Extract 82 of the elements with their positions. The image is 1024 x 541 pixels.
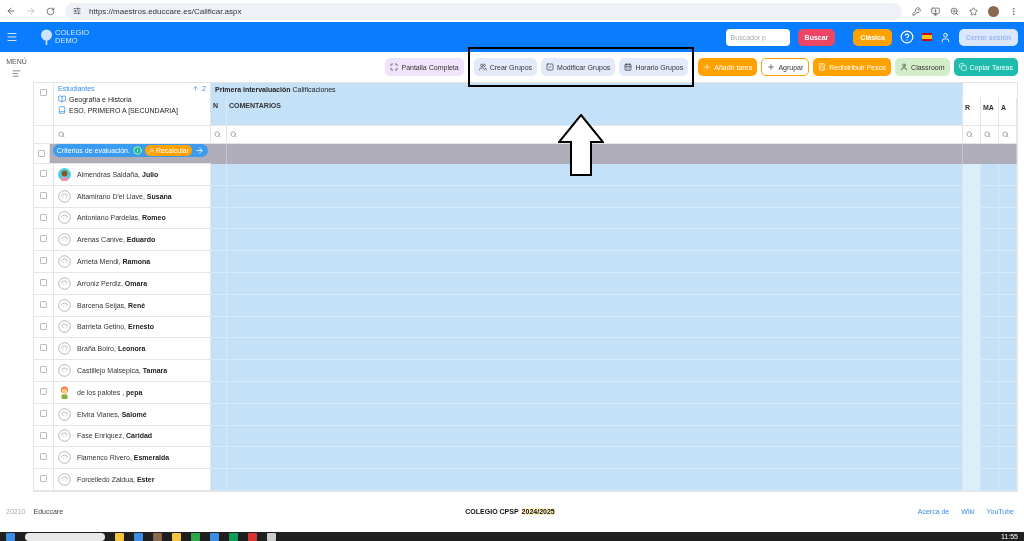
avatar-icon bbox=[58, 473, 71, 487]
notebook-icon bbox=[58, 106, 66, 114]
taskbar-icon[interactable] bbox=[229, 533, 238, 541]
taskbar-icon[interactable] bbox=[191, 533, 200, 541]
checkbox[interactable] bbox=[40, 170, 47, 177]
taskbar-icon[interactable] bbox=[248, 533, 257, 541]
calendar-icon bbox=[624, 63, 633, 71]
flag-icon[interactable] bbox=[921, 33, 932, 41]
avatar-icon bbox=[58, 298, 71, 312]
wrench-icon bbox=[147, 147, 154, 154]
avatar-icon bbox=[58, 342, 71, 356]
taskbar-icon[interactable] bbox=[210, 533, 219, 541]
checkbox[interactable] bbox=[40, 366, 47, 374]
taskbar-icon[interactable] bbox=[134, 533, 143, 541]
forward-icon[interactable] bbox=[26, 6, 36, 16]
checkbox[interactable] bbox=[40, 235, 47, 243]
arrow-right-icon[interactable] bbox=[195, 146, 204, 155]
people-icon bbox=[478, 63, 487, 71]
menu-icon[interactable] bbox=[6, 31, 18, 43]
bookmark-icon[interactable] bbox=[969, 6, 978, 16]
calculator-icon bbox=[818, 63, 827, 71]
checkbox[interactable] bbox=[40, 191, 47, 199]
checkbox[interactable] bbox=[37, 150, 45, 157]
plus-icon bbox=[767, 63, 776, 71]
checkbox[interactable] bbox=[40, 344, 47, 352]
search-icon[interactable] bbox=[214, 131, 221, 138]
avatar-icon bbox=[58, 320, 71, 334]
search-icon[interactable] bbox=[966, 131, 973, 138]
menu-icon[interactable] bbox=[1009, 6, 1018, 16]
zoom-icon[interactable] bbox=[950, 6, 959, 16]
up-arrow-drawing bbox=[557, 114, 604, 176]
expand-icon bbox=[390, 63, 399, 71]
person-icon bbox=[900, 63, 909, 71]
checkbox[interactable] bbox=[40, 300, 47, 308]
checkbox[interactable] bbox=[40, 409, 47, 417]
checkbox[interactable] bbox=[40, 279, 47, 286]
sort-arrow-icon[interactable] bbox=[192, 85, 200, 92]
search-icon[interactable] bbox=[1002, 131, 1009, 138]
start-icon[interactable] bbox=[6, 533, 15, 541]
user-icon[interactable] bbox=[939, 31, 951, 43]
taskbar-icon[interactable] bbox=[172, 533, 181, 541]
checkbox[interactable] bbox=[40, 453, 47, 461]
checkbox[interactable] bbox=[40, 387, 47, 395]
site-settings-icon[interactable] bbox=[73, 7, 81, 15]
taskbar-icon[interactable] bbox=[153, 533, 162, 541]
taskbar-icon[interactable] bbox=[267, 533, 276, 541]
taskbar-search[interactable] bbox=[25, 533, 105, 541]
plus-icon bbox=[703, 63, 712, 71]
avatar-icon bbox=[58, 167, 71, 181]
address-bar[interactable]: https://maestros.educcare.es/Calificar.aspx bbox=[65, 2, 902, 20]
avatar-icon bbox=[58, 276, 71, 290]
checkbox-icon bbox=[546, 63, 555, 71]
tree-logo-icon bbox=[40, 29, 53, 45]
avatar-icon bbox=[58, 211, 71, 225]
reload-icon[interactable] bbox=[46, 6, 55, 16]
search-icon[interactable] bbox=[230, 131, 237, 138]
back-icon[interactable] bbox=[6, 6, 16, 16]
avatar-icon bbox=[58, 451, 71, 465]
checkbox[interactable] bbox=[40, 89, 47, 96]
install-icon[interactable] bbox=[931, 6, 940, 16]
search-icon[interactable] bbox=[58, 131, 65, 138]
taskbar-icon[interactable] bbox=[115, 533, 124, 541]
help-icon[interactable] bbox=[899, 30, 914, 44]
copy-icon bbox=[958, 63, 967, 71]
info-icon[interactable] bbox=[132, 146, 142, 155]
menu-icon[interactable] bbox=[12, 69, 21, 78]
checkbox[interactable] bbox=[40, 213, 47, 221]
avatar-icon bbox=[58, 233, 71, 247]
avatar-icon bbox=[58, 407, 71, 421]
avatar-icon bbox=[58, 255, 71, 269]
search-icon[interactable] bbox=[984, 131, 991, 138]
avatar-icon bbox=[58, 364, 71, 378]
book-icon bbox=[58, 95, 66, 103]
avatar-icon bbox=[58, 429, 71, 443]
checkbox[interactable] bbox=[40, 475, 47, 483]
checkbox[interactable] bbox=[40, 431, 47, 439]
avatar-icon bbox=[58, 189, 71, 203]
profile-avatar[interactable] bbox=[988, 5, 999, 17]
key-icon[interactable] bbox=[912, 6, 921, 16]
avatar-icon bbox=[58, 385, 71, 399]
checkbox[interactable] bbox=[40, 257, 47, 265]
checkbox[interactable] bbox=[40, 322, 47, 330]
